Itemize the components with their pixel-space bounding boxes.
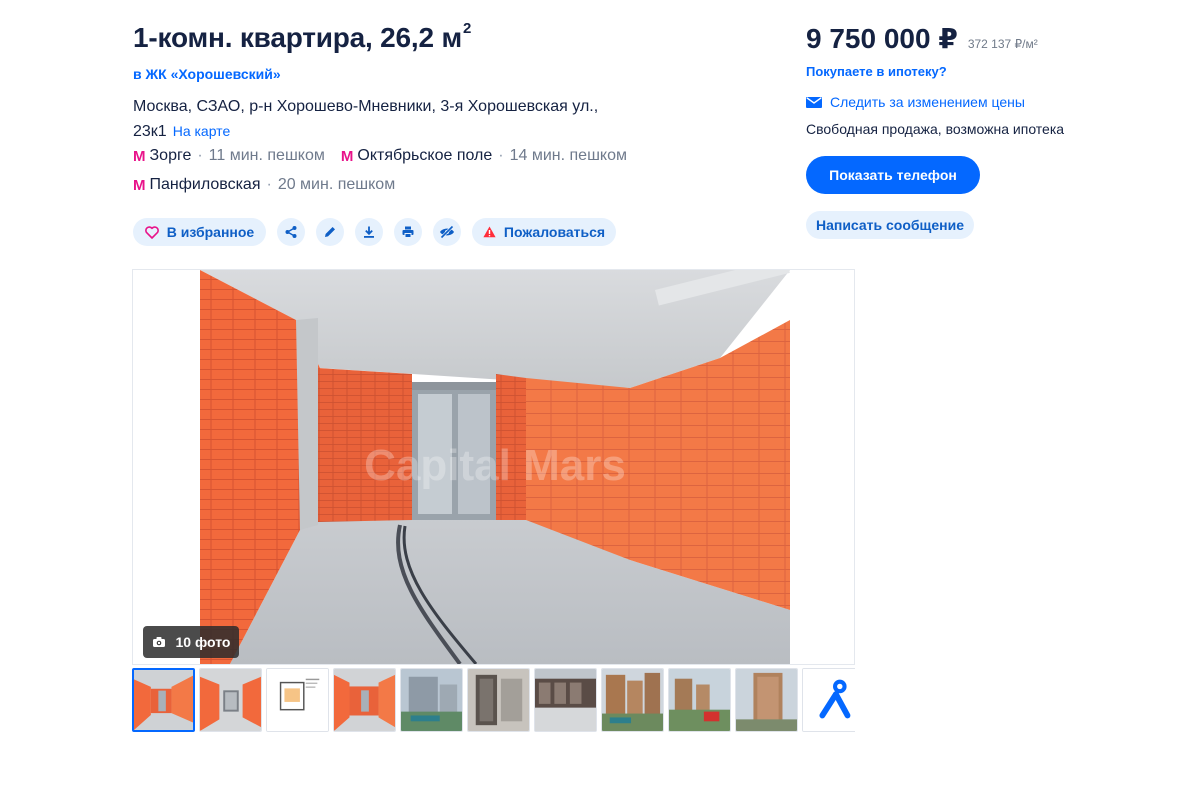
square-meter-sup: 2 [462,20,472,37]
metro-walk-time: 20 мин. пешком [277,176,396,193]
heart-icon [144,225,159,239]
watch-price-link[interactable]: Следить за изменением цены [806,94,1025,110]
thumbnail[interactable] [266,668,329,732]
thumbnail[interactable] [400,668,463,732]
printer-icon [402,226,414,238]
photo-count-button[interactable]: 10 фото [143,626,239,658]
action-bar: В избранное Пожаловаться [133,218,616,246]
watermark-text: Capital Mars [364,441,626,490]
mortgage-link[interactable]: Покупаете в ипотеку? [806,64,947,79]
metro-separator: · [197,147,203,164]
thumbnail[interactable] [601,668,664,732]
main-photo[interactable]: Capital Mars [200,270,790,664]
photo-gallery: Capital Mars 10 фото [132,269,855,665]
photo-count-label: 10 фото [175,634,231,650]
thumbnail[interactable] [735,668,798,732]
report-button[interactable]: Пожаловаться [472,218,616,246]
eye-crossed-icon [440,225,454,239]
report-label: Пожаловаться [503,224,606,240]
camera-icon [152,637,165,647]
metro-row-1: М Зорге · 11 мин. пешком М Октябрьское п… [133,146,627,166]
price-block: 9 750 000 ₽ 372 137 ₽/м² [806,22,1038,55]
share-button[interactable] [277,218,305,246]
metro-separator: · [266,176,272,193]
thumbnail-strip [132,668,855,734]
sale-info: Свободная продажа, возможна ипотека [806,121,1065,137]
share-icon [285,226,297,238]
edit-button[interactable] [316,218,344,246]
listing-title: 1-комн. квартира, 26,2 м2 [133,20,471,54]
metro-walk-time: 14 мин. пешком [509,147,627,164]
envelope-icon [806,96,822,108]
thumbnail[interactable] [333,668,396,732]
map-thumbnail[interactable] [802,668,855,732]
listing-title-text: 1-комн. квартира, 26,2 м [133,22,462,53]
thumbnail[interactable] [534,668,597,732]
metro-icon: М [133,176,145,194]
hide-listing-button[interactable] [433,218,461,246]
complex-link[interactable]: в ЖК «Хорошевский» [133,66,281,82]
metro-station-name[interactable]: Октябрьское поле [357,147,492,165]
watch-price-label: Следить за изменением цены [830,94,1025,110]
metro-icon: М [133,147,145,165]
send-message-button[interactable]: Написать сообщение [806,211,974,239]
metro-row-2: М Панфиловская · 20 мин. пешком [133,175,395,195]
show-phone-button[interactable]: Показать телефон [806,156,980,194]
download-button[interactable] [355,218,383,246]
metro-separator: · [498,147,504,164]
map-link[interactable]: На карте [173,123,231,139]
apartment-room-image: Capital Mars [200,270,790,664]
price-per-m2: 372 137 ₽/м² [967,37,1038,51]
thumbnail[interactable] [199,668,262,732]
download-icon [364,226,374,238]
metro-station-name[interactable]: Панфиловская [150,176,261,194]
price: 9 750 000 ₽ [806,23,958,54]
thumbnail[interactable] [467,668,530,732]
pencil-icon [325,227,335,237]
metro-station-name[interactable]: Зорге [150,147,192,165]
thumbnail[interactable] [668,668,731,732]
favorite-label: В избранное [166,224,255,240]
print-button[interactable] [394,218,422,246]
metro-walk-time: 11 мин. пешком [208,147,325,164]
metro-icon: М [340,147,353,165]
favorite-button[interactable]: В избранное [133,218,266,246]
thumbnail[interactable] [132,668,195,732]
address-block: Москва, СЗАО, р-н Хорошево-Мневники, 3-я… [133,95,603,144]
warning-icon [483,226,496,238]
